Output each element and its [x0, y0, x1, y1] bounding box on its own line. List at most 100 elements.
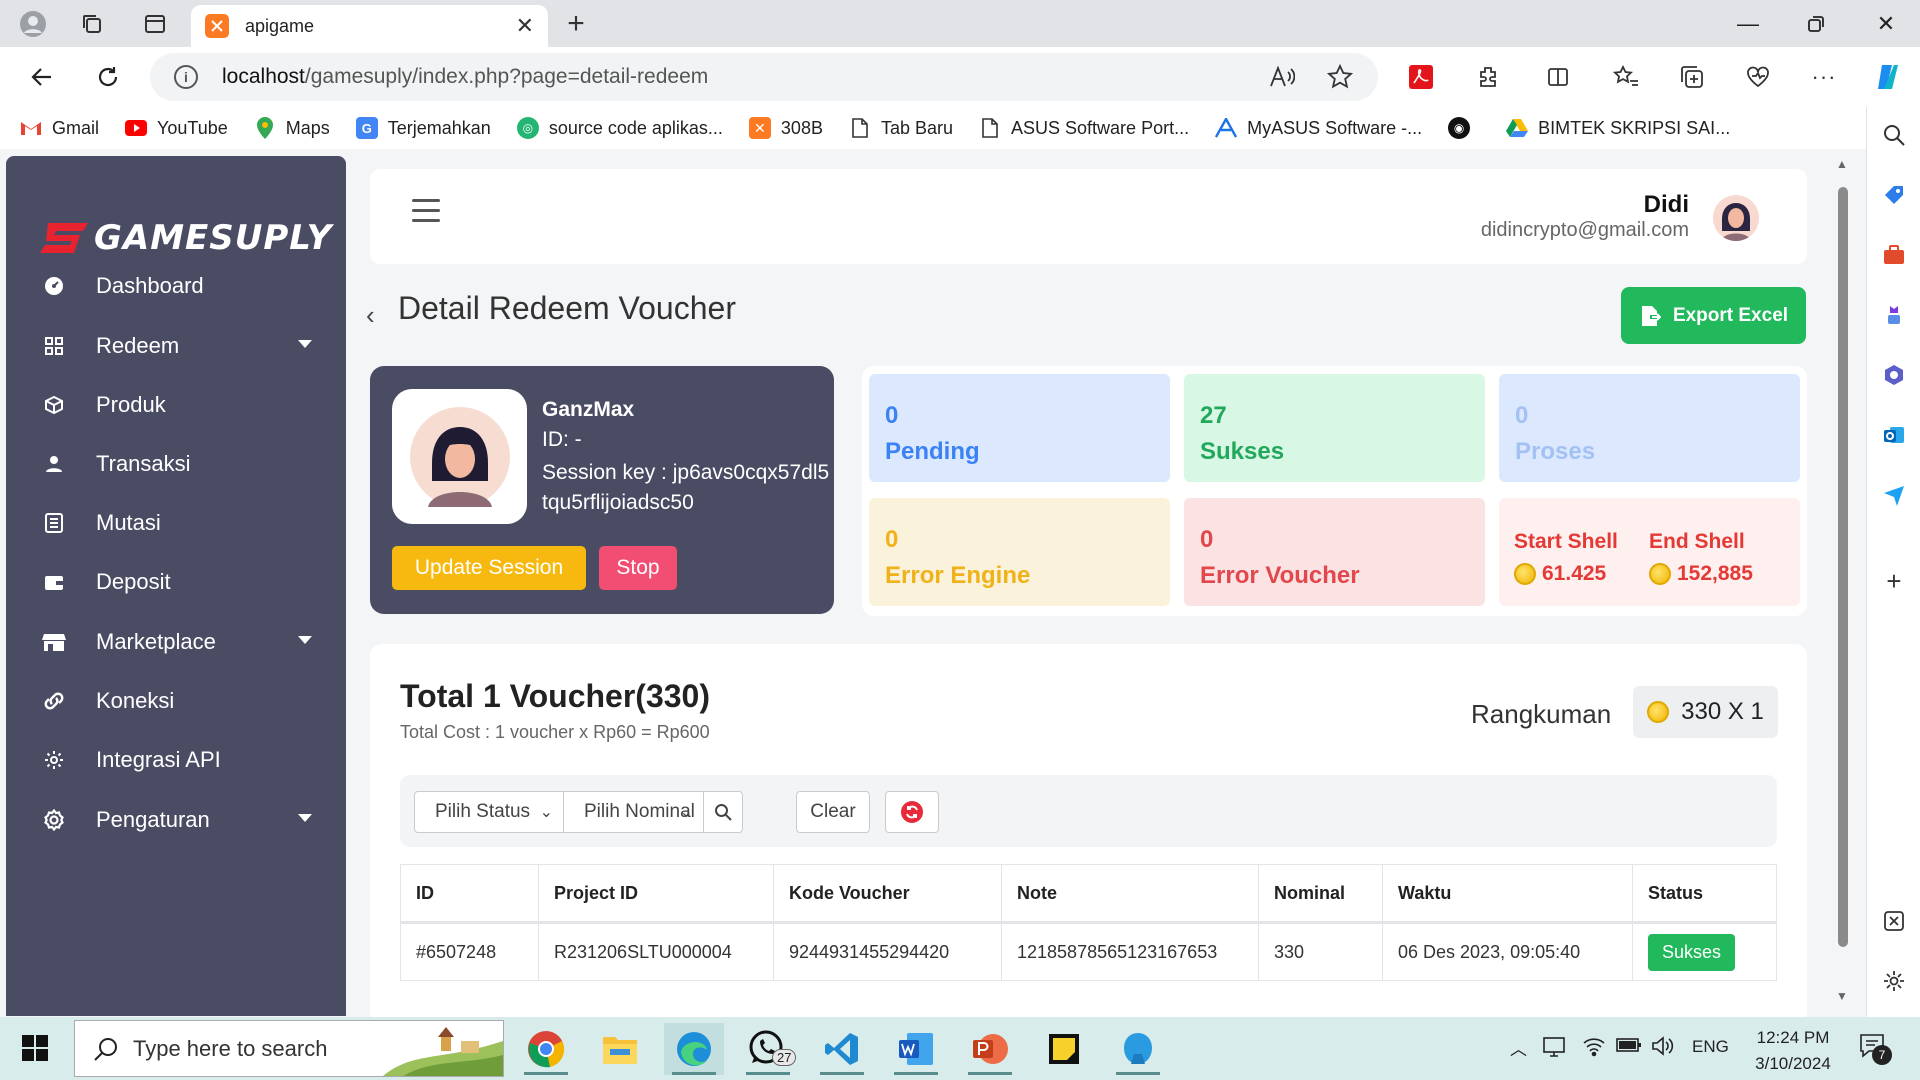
screenshot-icon[interactable]: [1880, 907, 1908, 935]
minimize-icon[interactable]: —: [1728, 8, 1768, 40]
col-status[interactable]: Status: [1632, 864, 1777, 924]
pdf-extension-icon[interactable]: [1405, 61, 1437, 93]
copilot-icon[interactable]: [1872, 61, 1904, 93]
stats-panel: 0 Pending 27 Sukses 0 Proses 0 Error Eng…: [862, 366, 1807, 616]
sidebar-item-produk[interactable]: Produk: [42, 385, 312, 425]
microsoft-365-icon[interactable]: [1880, 361, 1908, 389]
sidebar-item-redeem[interactable]: Redeem: [42, 326, 312, 366]
bookmark-tab-baru[interactable]: Tab Baru: [849, 117, 953, 139]
shopping-tag-icon[interactable]: [1880, 181, 1908, 209]
scrollbar-thumb[interactable]: [1838, 187, 1848, 947]
clear-button[interactable]: Clear: [796, 791, 870, 833]
url-host: localhost: [222, 65, 305, 88]
favorites-list-icon[interactable]: [1610, 61, 1642, 93]
bookmark-bimtek[interactable]: BIMTEK SKRIPSI SAI...: [1506, 117, 1730, 139]
col-id[interactable]: ID: [400, 864, 539, 924]
close-window-icon[interactable]: ✕: [1866, 8, 1906, 40]
battery-icon[interactable]: [1616, 1035, 1642, 1060]
status-select[interactable]: Pilih Status ⌄: [414, 791, 564, 833]
taskbar-clock[interactable]: 12:24 PM 3/10/2024: [1748, 1025, 1838, 1077]
hamburger-menu-icon[interactable]: [412, 199, 440, 223]
taskbar-sticky-notes-icon[interactable]: [1034, 1023, 1094, 1075]
col-kode-voucher[interactable]: Kode Voucher: [773, 864, 1002, 924]
bookmark-myasus[interactable]: MyASUS Software -...: [1215, 117, 1422, 139]
taskbar-word-icon[interactable]: [886, 1023, 946, 1075]
taskbar-whatsapp-icon[interactable]: 27: [738, 1023, 798, 1075]
add-icon[interactable]: +: [1880, 566, 1908, 596]
taskbar-app-icon[interactable]: [1108, 1023, 1168, 1075]
taskbar-edge-icon[interactable]: [664, 1023, 724, 1075]
site-info-icon[interactable]: i: [174, 65, 198, 89]
settings-icon[interactable]: [1880, 967, 1908, 995]
avatar[interactable]: [1713, 195, 1759, 241]
export-excel-button[interactable]: Export Excel: [1621, 287, 1806, 344]
profile-icon[interactable]: [17, 8, 49, 40]
outlook-icon[interactable]: [1880, 421, 1908, 449]
taskbar-search[interactable]: Type here to search: [74, 1020, 504, 1077]
games-chess-icon[interactable]: [1880, 301, 1908, 329]
taskbar-file-explorer-icon[interactable]: [590, 1023, 650, 1075]
taskbar-chrome-icon[interactable]: [516, 1023, 576, 1075]
browser-tab-active[interactable]: apigame ✕: [191, 5, 548, 47]
volume-icon[interactable]: [1650, 1035, 1674, 1062]
back-chevron-icon[interactable]: ‹: [366, 300, 375, 331]
taskbar-powerpoint-icon[interactable]: [960, 1023, 1020, 1075]
restore-icon[interactable]: [1796, 8, 1836, 40]
tools-briefcase-icon[interactable]: [1880, 241, 1908, 269]
sidebar-item-koneksi[interactable]: Koneksi: [42, 681, 312, 721]
bookmark-terjemahkan[interactable]: G Terjemahkan: [355, 117, 491, 139]
read-aloud-icon[interactable]: [1266, 61, 1298, 93]
sidebar-item-pengaturan[interactable]: Pengaturan: [42, 800, 312, 840]
browser-essentials-icon[interactable]: [1742, 61, 1774, 93]
search-button[interactable]: [703, 791, 743, 833]
language-indicator[interactable]: ENG: [1692, 1037, 1729, 1057]
notification-icon[interactable]: 7: [1858, 1031, 1892, 1066]
extensions-icon[interactable]: [1472, 61, 1504, 93]
taskbar-vscode-icon[interactable]: [812, 1023, 872, 1075]
wifi-icon[interactable]: [1582, 1035, 1606, 1062]
favorite-star-icon[interactable]: [1324, 61, 1356, 93]
bookmark-gmail[interactable]: Gmail: [20, 117, 99, 139]
bookmark-github[interactable]: ◉: [1448, 117, 1480, 139]
page-scrollbar[interactable]: ▲ ▼: [1832, 157, 1852, 1009]
col-nominal[interactable]: Nominal: [1258, 864, 1383, 924]
url-bar[interactable]: i localhost/gamesuply/index.php?page=det…: [150, 53, 1378, 101]
nominal-select[interactable]: Pilih Nominal ⌄: [563, 791, 704, 833]
brand-logo[interactable]: GAMESUPLY: [38, 218, 332, 258]
col-waktu[interactable]: Waktu: [1382, 864, 1633, 924]
refresh-icon[interactable]: [90, 59, 126, 95]
sidebar-item-transaksi[interactable]: Transaksi: [42, 444, 312, 484]
new-tab-icon[interactable]: +: [560, 7, 592, 40]
sidebar-item-dashboard[interactable]: Dashboard: [42, 266, 312, 306]
sidebar-item-mutasi[interactable]: Mutasi: [42, 503, 312, 543]
split-screen-icon[interactable]: [1542, 61, 1574, 93]
bookmark-308b[interactable]: ✕ 308B: [748, 117, 823, 139]
rangkuman-value: 330 X 1: [1681, 698, 1764, 725]
sidebar-item-deposit[interactable]: Deposit: [42, 562, 312, 602]
bookmark-label: MyASUS Software -...: [1247, 117, 1423, 138]
bookmark-maps[interactable]: Maps: [254, 117, 330, 139]
col-project-id[interactable]: Project ID: [538, 864, 774, 924]
sidebar-item-marketplace[interactable]: Marketplace: [42, 622, 312, 662]
show-hidden-icons-icon[interactable]: ︿: [1510, 1035, 1527, 1060]
close-tab-icon[interactable]: ✕: [516, 13, 534, 39]
more-options-icon[interactable]: ···: [1808, 61, 1840, 93]
scroll-up-icon[interactable]: ▲: [1836, 157, 1848, 171]
refresh-button[interactable]: [885, 791, 939, 833]
bookmark-youtube[interactable]: YouTube: [125, 117, 228, 139]
update-session-button[interactable]: Update Session: [392, 546, 586, 590]
scroll-down-icon[interactable]: ▼: [1836, 989, 1848, 1003]
display-icon[interactable]: [1542, 1035, 1566, 1062]
tab-actions-icon[interactable]: [139, 8, 171, 40]
collections-icon[interactable]: [1676, 61, 1708, 93]
windows-start-icon[interactable]: [22, 1035, 48, 1061]
sidebar-item-integrasi-api[interactable]: Integrasi API: [42, 740, 312, 780]
workspaces-icon[interactable]: [76, 8, 108, 40]
back-icon[interactable]: [24, 59, 60, 95]
col-note[interactable]: Note: [1001, 864, 1259, 924]
search-icon[interactable]: [1880, 121, 1908, 149]
stop-button[interactable]: Stop: [599, 546, 677, 590]
bookmark-asus-portal[interactable]: ASUS Software Port...: [979, 117, 1189, 139]
send-icon[interactable]: [1880, 481, 1908, 509]
bookmark-source-code[interactable]: ◎ source code aplikas...: [516, 117, 723, 139]
